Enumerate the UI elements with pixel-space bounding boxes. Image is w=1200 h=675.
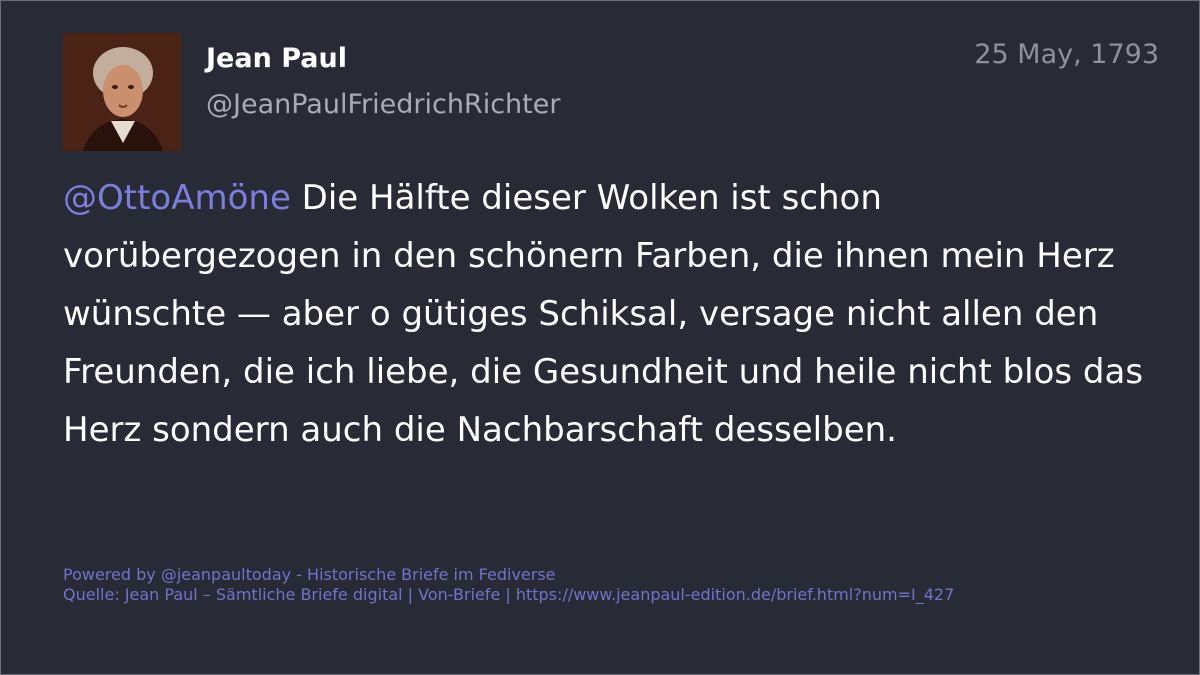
post-text: Die Hälfte dieser Wolken ist schon vorüb… xyxy=(63,178,1144,450)
author-name[interactable]: Jean Paul xyxy=(206,43,347,74)
author-handle[interactable]: @JeanPaulFriedrichRichter xyxy=(206,89,560,120)
post-date: 25 May, 1793 xyxy=(974,39,1159,70)
footer: Powered by @jeanpaultoday - Historische … xyxy=(63,565,954,605)
source-text: Quelle: Jean Paul – Sämtliche Briefe dig… xyxy=(63,585,955,604)
powered-by-text: Powered by @jeanpaultoday - Historische … xyxy=(63,565,556,584)
post-content: @OttoAmöne Die Hälfte dieser Wolken ist … xyxy=(63,169,1153,459)
portrait-avatar-icon xyxy=(63,33,181,151)
mention-link[interactable]: @OttoAmöne xyxy=(63,178,291,218)
avatar[interactable] xyxy=(63,33,181,151)
post-card: Jean Paul @JeanPaulFriedrichRichter 25 M… xyxy=(0,0,1200,675)
